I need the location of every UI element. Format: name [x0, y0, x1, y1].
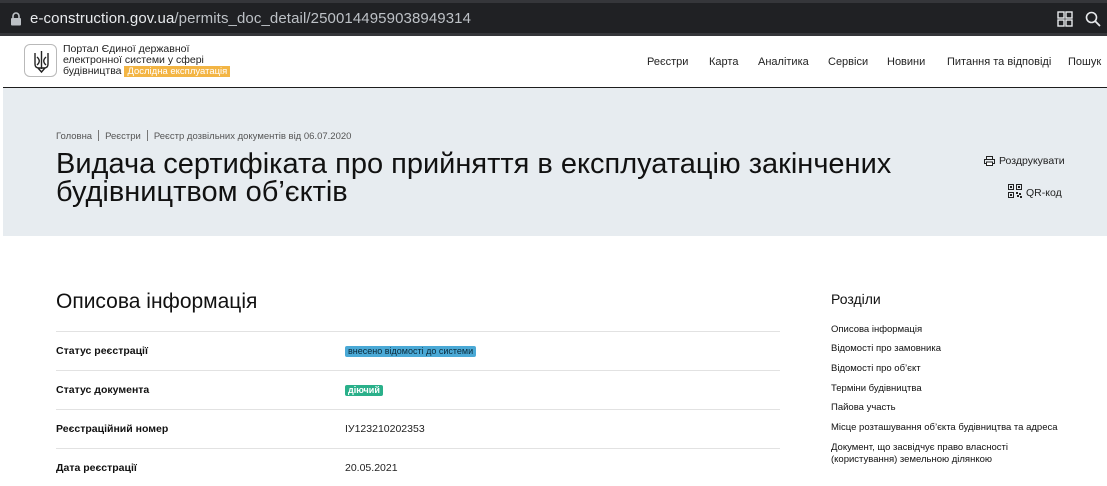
logo-text[interactable]: Портал Єдиної державної електронної сист…: [63, 44, 233, 77]
nav-analytics[interactable]: Аналітика: [758, 56, 809, 68]
toc-item-terms[interactable]: Терміни будівництва: [831, 383, 1081, 395]
logo-line-3: будівництва: [63, 65, 122, 77]
toc-item-customer[interactable]: Відомості про замовника: [831, 343, 1081, 355]
page-hero: Головна Реєстри Реєстр дозвільних документ…: [3, 88, 1107, 236]
trident-icon: [34, 51, 49, 74]
print-button[interactable]: Роздрукувати: [984, 155, 1065, 167]
nav-faq[interactable]: Питання та відповіді: [947, 56, 1051, 68]
status-badge: внесено відомості до системи: [345, 346, 477, 357]
nav-search[interactable]: Пошук: [1068, 56, 1101, 68]
qr-code-icon: [1008, 184, 1022, 198]
url-host: e-construction.gov.ua: [30, 10, 175, 27]
toc-item-land-document[interactable]: Документ, що засвідчує право власності (…: [831, 442, 1051, 466]
apps-icon[interactable]: [1057, 11, 1073, 27]
toc-item-equity[interactable]: Пайова участь: [831, 402, 1081, 414]
toc-item-object[interactable]: Відомості про об’єкт: [831, 363, 1081, 375]
breadcrumb-registries[interactable]: Реєстри: [105, 131, 141, 142]
row-value: внесено відомості до системи: [345, 345, 477, 357]
url-path: /permits_doc_detail/2500144959038949314: [174, 10, 472, 27]
row-value: 20.05.2021: [345, 462, 398, 474]
lock-icon[interactable]: [10, 12, 22, 26]
info-row-registration-number: Реєстраційний номер ІУ123210202353: [56, 409, 780, 447]
url-text[interactable]: e-construction.gov.ua/permits_doc_detail…: [30, 10, 471, 27]
row-label: Реєстраційний номер: [56, 423, 169, 435]
section-title: Описова інформація: [56, 290, 258, 313]
toc-item-description[interactable]: Описова інформація: [831, 324, 1081, 336]
info-row-registration-status: Статус реєстрації внесено відомості до с…: [56, 331, 780, 369]
breadcrumb-home[interactable]: Головна: [56, 131, 92, 142]
row-label: Дата реєстрації: [56, 462, 137, 474]
site-header: Портал Єдиної державної електронної сист…: [3, 36, 1107, 88]
status-badge: діючий: [345, 385, 383, 396]
info-row-document-status: Статус документа діючий: [56, 370, 780, 408]
breadcrumb: Головна Реєстри Реєстр дозвільних документ…: [56, 130, 351, 142]
zoom-icon[interactable]: [1085, 11, 1101, 27]
row-value: ІУ123210202353: [345, 423, 425, 435]
row-value: діючий: [345, 384, 383, 396]
row-label: Статус реєстрації: [56, 345, 148, 357]
nav-map[interactable]: Карта: [709, 56, 738, 68]
info-row-registration-date: Дата реєстрації 20.05.2021: [56, 448, 780, 486]
row-label: Статус документа: [56, 384, 150, 396]
address-bar[interactable]: e-construction.gov.ua/permits_doc_detail…: [0, 3, 1107, 33]
site-logo[interactable]: [24, 44, 57, 77]
nav-services[interactable]: Сервіси: [828, 56, 868, 68]
nav-registries[interactable]: Реєстри: [647, 56, 688, 68]
page-title: Видача сертифіката про прийняття в експл…: [56, 148, 892, 208]
nav-news[interactable]: Новини: [887, 56, 925, 68]
breadcrumb-separator: [98, 130, 100, 141]
print-label: Роздрукувати: [999, 155, 1065, 167]
toc-title: Розділи: [831, 291, 881, 307]
browser-toolbar: e-construction.gov.ua/permits_doc_detail…: [0, 0, 1107, 36]
breadcrumb-separator: [146, 130, 148, 141]
qr-label: QR-код: [1026, 187, 1062, 199]
printer-icon: [984, 156, 995, 166]
trial-badge: Дослідна експлуатація: [124, 66, 231, 77]
toc-item-location[interactable]: Місце розташування об’єкта будівництва т…: [831, 422, 1081, 434]
qr-code-button[interactable]: QR-код: [1008, 184, 1062, 199]
breadcrumb-current[interactable]: Реєстр дозвільних документів від 06.07.2…: [154, 131, 352, 142]
